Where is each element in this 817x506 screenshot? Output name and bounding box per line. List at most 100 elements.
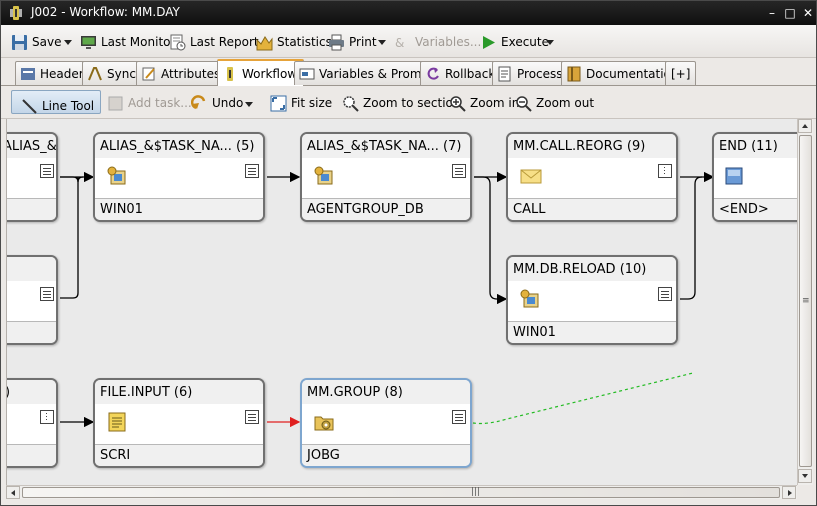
save-label: Save <box>32 35 62 49</box>
add-task-button[interactable]: Add task... <box>107 93 192 113</box>
undo-arrow-icon <box>191 94 206 109</box>
zoom-to-section-button[interactable]: Zoom to section <box>342 93 461 113</box>
workflow-node-left-middle[interactable] <box>7 255 58 345</box>
node-title: FILE.INPUT (6) <box>95 380 263 404</box>
save-button[interactable]: Save <box>11 32 61 52</box>
last-report-button[interactable]: Last Report <box>169 32 259 52</box>
zoom-out-magnifier-icon <box>516 95 532 112</box>
workflow-icon <box>227 66 233 81</box>
rollback-icon <box>427 67 439 80</box>
variables-button[interactable]: & Variables... <box>394 32 481 52</box>
title-bar: J002 - Workflow: MM.DAY – □ ✕ <box>1 1 816 25</box>
arrow-down-icon <box>802 474 808 478</box>
last-monitor-button[interactable]: Last Monitor <box>80 32 175 52</box>
node-title: MM.CALL.REORG (9) <box>508 134 676 158</box>
scroll-right-button[interactable] <box>782 486 796 499</box>
process-icon <box>498 66 511 81</box>
node-footer: <END> <box>714 198 797 220</box>
scroll-down-button[interactable] <box>798 469 812 483</box>
tab-header[interactable]: Header <box>15 61 91 85</box>
print-button[interactable]: Print <box>328 32 377 52</box>
save-dropdown-arrow-icon[interactable] <box>64 40 72 45</box>
node-menu-icon[interactable] <box>658 164 672 178</box>
zoom-to-section-label: Zoom to section <box>363 96 461 110</box>
tab-header-label: Header <box>40 66 84 81</box>
node-menu-icon[interactable] <box>245 410 259 424</box>
tab-rollback[interactable]: Rollback <box>420 61 503 85</box>
vertical-scroll-thumb[interactable]: ≡ <box>799 135 812 467</box>
horizontal-scroll-thumb[interactable]: ||| <box>22 487 780 498</box>
fit-size-button[interactable]: Fit size <box>270 93 332 113</box>
workflow-canvas[interactable]: ALIAS_&$TASK_NA... (2) ALIAS_&$TASK_NA..… <box>6 119 797 485</box>
fit-size-icon <box>270 95 287 111</box>
node-menu-icon[interactable] <box>40 287 54 301</box>
workflow-node-8[interactable]: MM.GROUP (8) JOBG <box>300 378 472 468</box>
undo-button[interactable]: Undo <box>191 93 243 113</box>
execute-dropdown-arrow-icon[interactable] <box>546 40 554 45</box>
print-dropdown-arrow-icon[interactable] <box>378 40 386 45</box>
object-tabs: Header Sync Attributes Workflow Variable… <box>1 58 816 86</box>
connection-line[interactable] <box>680 176 703 300</box>
node-footer <box>7 198 56 220</box>
node-title: ALIAS_&$TASK_NA... (7) <box>302 134 470 158</box>
minimize-button[interactable]: – <box>764 5 780 21</box>
tab-add-plus[interactable]: [+] <box>665 61 697 85</box>
node-menu-icon[interactable] <box>40 164 54 178</box>
node-menu-icon[interactable] <box>658 287 672 301</box>
zoom-in-label: Zoom in <box>470 96 520 110</box>
tab-process[interactable]: Process <box>492 61 570 85</box>
node-menu-icon[interactable] <box>245 164 259 178</box>
node-footer: AGENTGROUP_DB <box>302 198 470 220</box>
end-node-icon <box>725 167 743 185</box>
statistics-button[interactable]: Statistics <box>256 32 332 52</box>
connection-line[interactable] <box>60 176 79 183</box>
line-tool-label: Line Tool <box>42 99 95 113</box>
tab-workflow[interactable]: Workflow <box>217 59 305 86</box>
alias-task-icon <box>314 166 333 185</box>
add-task-label: Add task... <box>128 96 192 110</box>
report-clock-icon <box>170 34 186 50</box>
workflow-node-2[interactable]: ALIAS_&$TASK_NA... (2) <box>7 132 58 222</box>
workflow-node-11[interactable]: END (11) <END> <box>712 132 797 222</box>
workflow-node-5[interactable]: ALIAS_&$TASK_NA... (5) WIN01 <box>93 132 265 222</box>
horizontal-scrollbar[interactable]: ||| <box>6 485 797 499</box>
zoom-out-button[interactable]: Zoom out <box>515 93 594 113</box>
undo-dropdown-arrow-icon[interactable] <box>245 102 253 107</box>
vertical-scrollbar[interactable]: ≡ <box>797 119 813 485</box>
node-title: ALIAS_&$TASK_NA... (2) <box>7 134 56 158</box>
node-menu-icon[interactable] <box>452 410 466 424</box>
node-title: MM.DB.RELOAD (10) <box>508 257 676 281</box>
add-task-icon <box>108 96 123 110</box>
workflow-node-6[interactable]: FILE.INPUT (6) SCRI <box>93 378 265 468</box>
line-tool-content[interactable]: Line Tool <box>21 96 94 116</box>
workflow-node-7[interactable]: ALIAS_&$TASK_NA... (7) AGENTGROUP_DB <box>300 132 472 222</box>
node-menu-icon[interactable] <box>452 164 466 178</box>
scroll-up-button[interactable] <box>798 119 812 133</box>
scroll-left-button[interactable] <box>6 486 20 499</box>
workflow-node-10[interactable]: MM.DB.RELOAD (10) WIN01 <box>506 255 678 345</box>
node-menu-icon[interactable] <box>40 410 54 424</box>
node-footer: JOBG <box>302 444 470 466</box>
tab-process-label: Process <box>517 66 563 81</box>
sync-icon <box>88 66 102 80</box>
execute-button[interactable]: Execute <box>480 32 549 52</box>
envelope-call-icon <box>520 169 542 184</box>
tab-attributes[interactable]: Attributes <box>136 61 228 85</box>
node-footer <box>7 321 56 343</box>
workflow-toolbar: Line Tool Add task... Undo Fit size Zoom… <box>1 87 816 119</box>
variables-prompts-icon <box>299 68 315 79</box>
statistics-label: Statistics <box>277 35 332 49</box>
close-button[interactable]: ✕ <box>800 5 816 21</box>
connection-line[interactable] <box>474 176 508 305</box>
job-group-folder-icon <box>314 416 334 431</box>
connection-line[interactable] <box>60 176 84 299</box>
workflow-node-9[interactable]: MM.CALL.REORG (9) CALL <box>506 132 678 222</box>
node-footer <box>7 444 56 466</box>
tab-sync-label: Sync <box>107 66 136 81</box>
zoom-in-button[interactable]: Zoom in <box>449 93 519 113</box>
last-report-label: Last Report <box>190 35 259 49</box>
workflow-node-left-bottom[interactable]: ) <box>7 378 58 468</box>
tab-sync[interactable]: Sync <box>82 61 143 85</box>
zoom-section-magnifier-icon <box>343 95 359 112</box>
maximize-button[interactable]: □ <box>782 5 798 21</box>
